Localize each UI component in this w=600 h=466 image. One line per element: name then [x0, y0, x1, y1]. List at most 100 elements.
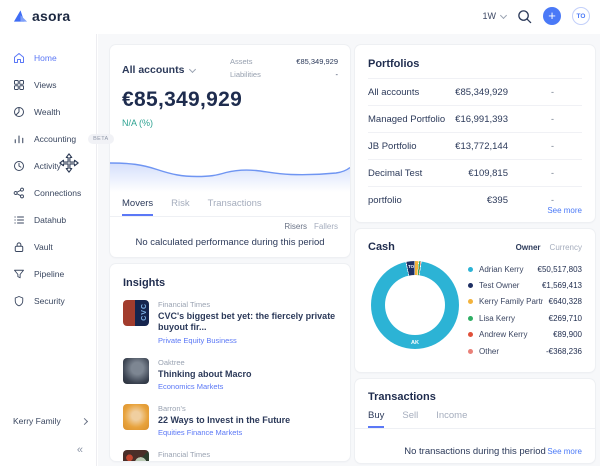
sidebar-item-label: Pipeline: [34, 268, 65, 279]
insight-article[interactable]: Oaktree Thinking about Macro Economics M…: [123, 357, 337, 391]
insights-title: Insights: [123, 277, 166, 289]
portfolio-name: portfolio: [368, 194, 402, 206]
portfolio-row[interactable]: Decimal Test €109,815 -: [368, 159, 582, 186]
fallers-option[interactable]: Fallers: [314, 222, 338, 231]
security-shield-icon: [14, 295, 24, 306]
period-value: 1W: [482, 11, 497, 21]
beta-badge: BETA: [88, 133, 114, 144]
chevron-right-icon: [80, 417, 89, 425]
entity-selector[interactable]: Kerry Family: [13, 416, 89, 426]
legend-name: Test Owner: [479, 281, 520, 291]
portfolio-value: €85,349,929: [455, 86, 508, 98]
asora-logo-icon: [13, 10, 28, 22]
portfolio-change: -: [551, 195, 554, 205]
sidebar: Home Views Wealth Accounting BETA Activi…: [0, 34, 114, 466]
currency-toggle[interactable]: Currency: [550, 243, 582, 252]
legend-dot: [468, 283, 473, 289]
sidebar-item-connections[interactable]: Connections: [0, 179, 96, 206]
sidebar-item-security[interactable]: Security: [0, 287, 96, 314]
liabilities-value: -: [335, 70, 339, 79]
portfolio-value: €16,991,393: [455, 113, 508, 125]
tab-transactions[interactable]: Transactions: [208, 198, 262, 216]
article-tags[interactable]: Equities Finance Markets: [158, 428, 290, 437]
article-thumbnail: [123, 403, 149, 430]
legend-row[interactable]: Other -€368,236: [468, 343, 582, 359]
legend-name: Adrian Kerry: [479, 264, 524, 274]
sidebar-item-label: Connections: [34, 187, 82, 198]
portfolio-row[interactable]: All accounts €85,349,929 -: [368, 78, 582, 105]
insights-card: Insights CVC Financial Times CVC's bigge…: [110, 264, 350, 461]
article-thumbnail: [123, 357, 149, 384]
article-headline: CVC's biggest bet yet: the fiercely priv…: [158, 311, 336, 333]
overview-empty-message: No calculated performance during this pe…: [135, 237, 325, 248]
legend-value: €50,517,803: [537, 264, 583, 274]
cash-card: Cash Owner Currency TO AK Adrian Kerry €…: [355, 229, 595, 372]
portfolio-value: €395: [486, 194, 508, 206]
sidebar-item-datahub[interactable]: Datahub: [0, 206, 96, 233]
overview-tabs: Movers Risk Transactions: [110, 198, 350, 217]
risers-option[interactable]: Risers: [284, 222, 307, 231]
sidebar-item-label: Security: [34, 295, 65, 306]
account-selector-label: All accounts: [122, 64, 185, 76]
tab-income[interactable]: Income: [436, 410, 467, 428]
portfolio-row[interactable]: Managed Portfolio €16,991,393 -: [368, 105, 582, 132]
sidebar-item-views[interactable]: Views: [0, 71, 96, 98]
app-logo: asora: [13, 8, 70, 24]
portfolio-value: €109,815: [468, 167, 508, 179]
views-grid-icon: [14, 79, 24, 90]
sidebar-item-wealth[interactable]: Wealth: [0, 98, 96, 125]
cash-title: Cash: [368, 241, 395, 253]
legend-row[interactable]: Adrian Kerry €50,517,803: [468, 261, 582, 277]
account-selector[interactable]: All accounts: [122, 57, 197, 83]
user-avatar[interactable]: TO: [572, 7, 590, 25]
legend-value: -€368,236: [545, 346, 582, 356]
portfolio-change: -: [551, 87, 554, 97]
sidebar-item-vault[interactable]: Vault: [0, 233, 96, 260]
tab-movers[interactable]: Movers: [122, 198, 154, 216]
legend-row[interactable]: Lisa Kerry €269,710: [468, 310, 582, 326]
legend-row[interactable]: Andrew Kerry €89,900: [468, 327, 582, 343]
tab-risk[interactable]: Risk: [171, 198, 189, 216]
liabilities-label: Liabilities: [230, 70, 261, 79]
sidebar-item-pipeline[interactable]: Pipeline: [0, 260, 96, 287]
owner-toggle[interactable]: Owner: [516, 243, 541, 252]
legend-name: Other: [479, 346, 500, 356]
add-button[interactable]: +: [543, 7, 561, 25]
assets-value: €85,349,929: [296, 57, 338, 66]
connections-share-icon: [13, 187, 24, 198]
portfolio-row[interactable]: JB Portfolio €13,772,144 -: [368, 132, 582, 159]
sidebar-item-label: Accounting: [34, 133, 77, 144]
article-thumbnail: CVC: [123, 300, 149, 326]
home-icon: [14, 52, 24, 63]
main-content: All accounts Assets €85,349,929 Liabilit…: [98, 34, 600, 466]
search-icon[interactable]: [517, 9, 532, 24]
insight-article[interactable]: Financial Times UK stocks creep back int…: [123, 450, 337, 461]
logo-text: asora: [32, 8, 71, 24]
sidebar-item-activity[interactable]: Activity: [0, 152, 96, 179]
sidebar-item-home[interactable]: Home: [0, 44, 96, 71]
donut-slice-label: TO: [408, 264, 415, 269]
legend-name: Andrew Kerry: [479, 330, 528, 340]
sidebar-collapse-button[interactable]: «: [77, 444, 83, 456]
article-tags[interactable]: Private Equity Business: [158, 336, 337, 345]
portfolios-see-more-link[interactable]: See more: [547, 206, 582, 215]
sidebar-item-label: Datahub: [34, 214, 67, 225]
tab-sell[interactable]: Sell: [402, 410, 418, 428]
assets-label: Assets: [230, 57, 253, 66]
portfolios-card: Portfolios All accounts €85,349,929 - Ma…: [355, 45, 595, 222]
insight-article[interactable]: Barron's 22 Ways to Invest in the Future…: [123, 403, 337, 437]
portfolio-change: -: [551, 141, 554, 151]
portfolio-change: -: [551, 114, 554, 124]
portfolio-name: JB Portfolio: [368, 140, 417, 152]
activity-clock-icon: [14, 160, 24, 171]
period-selector[interactable]: 1W: [482, 11, 508, 21]
transactions-see-more-link[interactable]: See more: [547, 447, 582, 456]
legend-row[interactable]: Kerry Family Partner... €640,328: [468, 294, 582, 310]
insight-article[interactable]: CVC Financial Times CVC's biggest bet ye…: [123, 300, 337, 345]
cash-view-toggle: Owner Currency: [516, 243, 582, 252]
legend-row[interactable]: Test Owner €1,569,413: [468, 277, 582, 293]
article-tags[interactable]: Economics Markets: [158, 382, 252, 391]
top-header: asora 1W + TO: [0, 0, 600, 34]
sidebar-item-accounting[interactable]: Accounting BETA: [0, 125, 114, 152]
tab-buy[interactable]: Buy: [368, 410, 385, 428]
